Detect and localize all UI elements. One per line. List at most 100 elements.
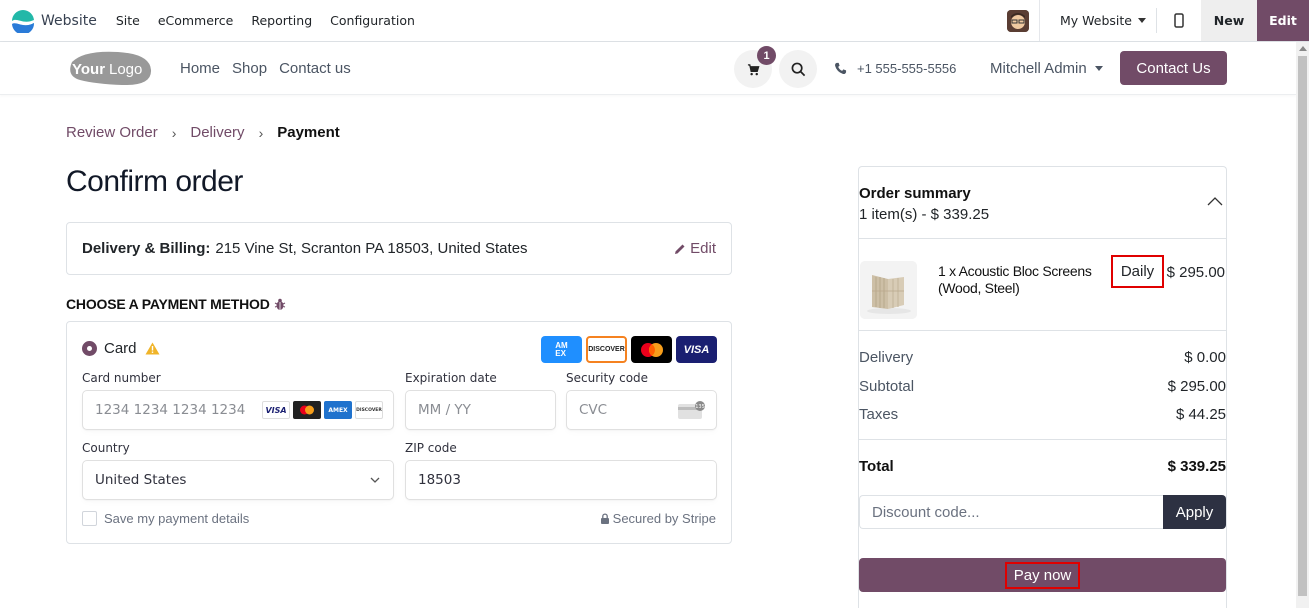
expiration-date-label: Expiration date — [405, 371, 497, 385]
zip-code-field[interactable] — [405, 460, 717, 500]
edit-button[interactable]: Edit — [1257, 0, 1309, 41]
breadcrumb-delivery[interactable]: Delivery — [190, 124, 244, 141]
save-payment-details-option[interactable]: Save my payment details — [82, 511, 249, 526]
delivery-billing-label: Delivery & Billing: — [82, 240, 211, 257]
discover-icon: DISCOVER — [355, 401, 383, 419]
chevron-right-icon: › — [258, 124, 264, 141]
new-button[interactable]: New — [1201, 0, 1257, 41]
lock-icon — [600, 513, 609, 524]
nav-home[interactable]: Home — [180, 60, 220, 77]
search-button[interactable] — [779, 50, 817, 88]
country-value: United States — [95, 472, 187, 488]
taxes-value: $ 44.25 — [1175, 406, 1226, 423]
mobile-preview-button[interactable] — [1157, 0, 1201, 41]
user-menu[interactable]: Mitchell Admin — [990, 42, 1103, 95]
country-label: Country — [82, 441, 130, 455]
zip-code-label: ZIP code — [405, 441, 457, 455]
mobile-icon — [1174, 13, 1184, 28]
amex-logo: AM EX — [541, 336, 582, 363]
card-option-label: Card — [104, 340, 137, 357]
secured-by-stripe-label: Secured by Stripe — [612, 511, 716, 526]
warning-icon — [145, 342, 160, 355]
card-number-field[interactable]: VISA AMEX DISCOVER — [82, 390, 394, 430]
chevron-up-icon[interactable] — [1206, 195, 1224, 207]
expiration-date-input[interactable] — [418, 402, 543, 418]
menu-reporting[interactable]: Reporting — [251, 13, 312, 28]
your-logo[interactable]: Your Logo — [66, 50, 152, 86]
user-name: Mitchell Admin — [990, 60, 1087, 77]
nav-shop[interactable]: Shop — [232, 60, 267, 77]
zip-code-input[interactable] — [418, 472, 704, 488]
order-summary-header[interactable]: Order summary 1 item(s) - $ 339.25 — [859, 167, 1226, 239]
apply-discount-button[interactable]: Apply — [1163, 495, 1226, 529]
website-header: Your Logo Home Shop Contact us 1 +1 555-… — [0, 42, 1296, 95]
delivery-address: 215 Vine St, Scranton PA 18503, United S… — [215, 240, 528, 257]
scroll-up-arrow-icon[interactable] — [1299, 46, 1307, 51]
rental-period-label: Daily — [1111, 255, 1164, 288]
website-selector-label: My Website — [1060, 13, 1132, 28]
nav-contact-us[interactable]: Contact us — [279, 60, 351, 77]
breadcrumb-payment: Payment — [277, 124, 340, 141]
amex-icon: AMEX — [324, 401, 352, 419]
cvc-hint: 135 — [695, 404, 705, 410]
accepted-card-brands: AM EX DISCOVER VISA — [541, 336, 717, 363]
discount-code-input[interactable] — [859, 495, 1163, 529]
phone-link[interactable]: +1 555-555-5556 — [834, 42, 956, 95]
subtotal-label: Subtotal — [859, 378, 915, 395]
checkout-breadcrumb: Review Order › Delivery › Payment — [66, 124, 340, 141]
svg-text:Your: Your — [72, 61, 105, 78]
payment-method-heading: CHOOSE A PAYMENT METHOD — [66, 296, 286, 312]
edit-label: Edit — [690, 240, 716, 257]
scroll-thumb[interactable] — [1298, 56, 1307, 596]
order-summary-subtitle: 1 item(s) - $ 339.25 — [859, 206, 990, 223]
caret-down-icon — [1094, 66, 1103, 71]
expiration-date-field[interactable] — [405, 390, 556, 430]
security-code-field[interactable]: 135 — [566, 390, 717, 430]
cvc-card-icon: 135 — [678, 401, 705, 419]
app-name[interactable]: Website — [41, 13, 97, 29]
website-app-icon[interactable] — [11, 9, 35, 33]
visa-logo: VISA — [676, 336, 717, 363]
menu-site[interactable]: Site — [116, 13, 140, 28]
visa-icon: VISA — [262, 401, 290, 419]
user-avatar-button[interactable] — [996, 0, 1040, 41]
cart-count-badge: 1 — [757, 46, 776, 65]
order-summary-title: Order summary — [859, 185, 971, 202]
phone-icon — [835, 62, 847, 75]
website-selector[interactable]: My Website — [1040, 0, 1156, 41]
total-row: Total $ 339.25 — [859, 458, 1226, 475]
secured-by-stripe: Secured by Stripe — [600, 511, 716, 526]
taxes-row: Taxes $ 44.25 — [859, 406, 1226, 423]
save-payment-details-checkbox[interactable] — [82, 511, 97, 526]
breadcrumb-review-order[interactable]: Review Order — [66, 124, 158, 141]
delivery-row: Delivery $ 0.00 — [859, 349, 1226, 366]
product-name[interactable]: 1 x Acoustic Bloc Screens (Wood, Steel) — [938, 263, 1118, 297]
edit-address-link[interactable]: Edit — [674, 223, 716, 274]
mastercard-logo — [631, 336, 672, 363]
payment-method-heading-text: CHOOSE A PAYMENT METHOD — [66, 296, 270, 312]
cart-icon — [747, 63, 759, 75]
mastercard-icon — [293, 401, 321, 419]
contact-us-button[interactable]: Contact Us — [1120, 51, 1227, 85]
cart-button[interactable]: 1 — [734, 46, 776, 88]
taxes-label: Taxes — [859, 406, 899, 423]
odoo-top-bar: Website Site eCommerce Reporting Configu… — [0, 0, 1309, 42]
svg-text:Logo: Logo — [109, 61, 142, 78]
product-price: $ 295.00 — [1166, 264, 1225, 281]
delivery-value: $ 0.00 — [1184, 349, 1226, 366]
menu-ecommerce[interactable]: eCommerce — [158, 13, 234, 28]
country-select[interactable]: United States — [82, 460, 394, 500]
search-icon — [791, 62, 805, 76]
pay-now-button[interactable]: Pay now — [859, 558, 1226, 592]
security-code-label: Security code — [566, 371, 649, 385]
payment-method-card: Card AMEX DISCOVER VISA Card number VISA… — [66, 321, 732, 544]
total-label: Total — [859, 458, 894, 475]
phone-number: +1 555-555-5556 — [857, 61, 957, 76]
order-line-item: 1 x Acoustic Bloc Screens (Wood, Steel) … — [859, 240, 1226, 331]
card-radio[interactable] — [82, 341, 97, 356]
page-scrollbar[interactable] — [1296, 42, 1309, 608]
menu-configuration[interactable]: Configuration — [330, 13, 415, 28]
order-summary-card: Order summary 1 item(s) - $ 339.25 1 x A… — [858, 166, 1227, 608]
card-payment-option[interactable]: Card — [82, 340, 160, 357]
card-number-brand-icons: VISA AMEX DISCOVER — [262, 401, 383, 419]
